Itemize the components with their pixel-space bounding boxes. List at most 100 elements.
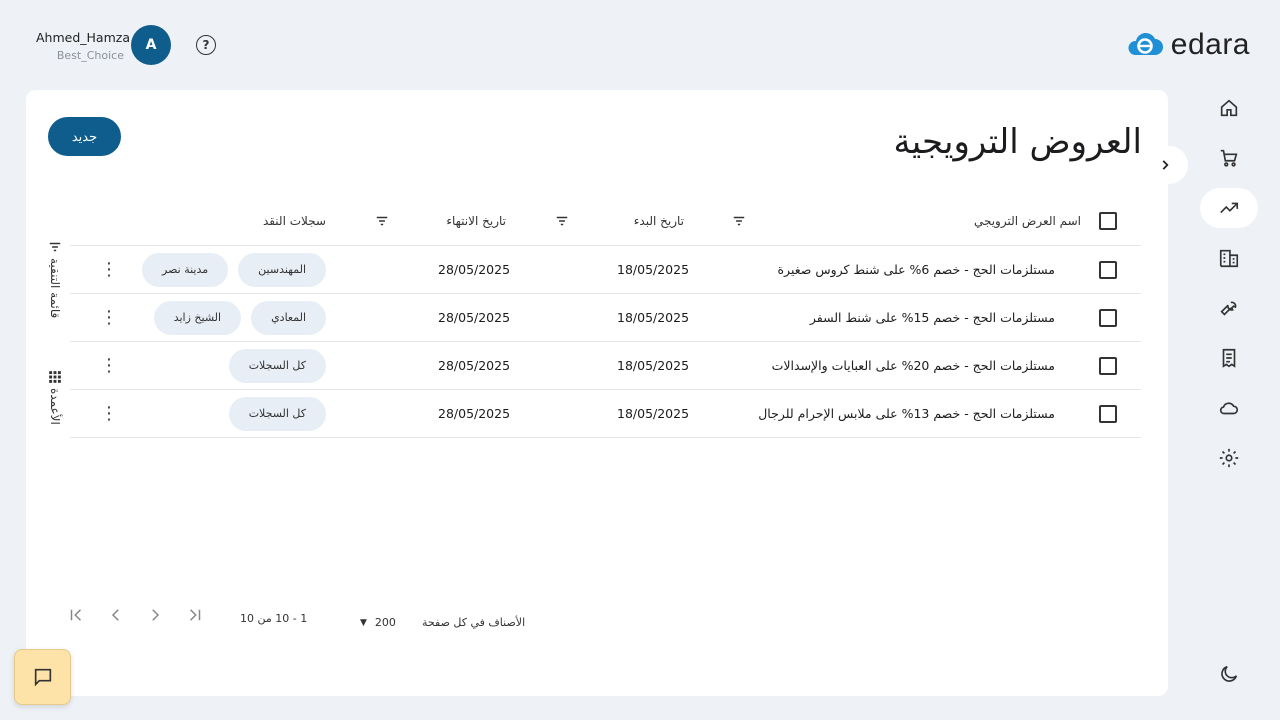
per-page-value: 200 <box>374 616 396 629</box>
start-date: 18/05/2025 <box>617 262 690 277</box>
last-page-icon <box>189 609 201 621</box>
chevron-left-icon <box>111 609 119 621</box>
header-registers[interactable]: سجلات النقد <box>263 196 326 245</box>
nav-cart[interactable] <box>1200 138 1258 178</box>
building-icon <box>1219 249 1239 268</box>
home-icon <box>1220 99 1238 117</box>
theme-toggle[interactable] <box>1200 654 1258 694</box>
columns-panel-label: الأعمدة <box>48 388 62 425</box>
first-page-button[interactable] <box>67 606 85 628</box>
filter-end-button[interactable] <box>375 196 389 245</box>
columns-panel-toggle[interactable]: الأعمدة <box>48 370 62 425</box>
nav-home[interactable] <box>1200 88 1258 128</box>
row-checkbox[interactable] <box>1099 308 1117 327</box>
sidebar <box>1200 88 1258 488</box>
table-row[interactable]: مستلزمات الحج - خصم 20% على العبايات وال… <box>70 342 1141 390</box>
user-info: Ahmed_Hamza Best_Choice <box>36 30 130 62</box>
table-row[interactable]: مستلزمات الحج - خصم 13% على ملابس الإحرا… <box>70 390 1141 438</box>
end-date: 28/05/2025 <box>438 358 511 373</box>
chevron-right-icon <box>152 609 160 621</box>
chevron-right-icon <box>1162 160 1169 170</box>
start-date: 18/05/2025 <box>617 358 690 373</box>
end-date: 28/05/2025 <box>438 262 511 277</box>
page-title: العروض الترويجية <box>893 122 1142 162</box>
header-name[interactable]: اسم العرض الترويجي <box>974 196 1081 245</box>
register-chip[interactable]: المعادي <box>251 300 326 335</box>
avatar[interactable]: A <box>131 25 171 65</box>
page-range: 1 - 10 من 10 <box>240 612 308 625</box>
per-page-select[interactable]: ▼ 200 <box>360 616 396 629</box>
first-page-icon <box>70 609 82 621</box>
nav-cloud[interactable] <box>1200 388 1258 428</box>
register-chips: كل السجلات <box>219 390 326 437</box>
promotion-name: مستلزمات الحج - خصم 15% على شنط السفر <box>809 310 1055 325</box>
register-chip[interactable]: المهندسين <box>238 252 326 287</box>
header-start-date[interactable]: تاريخ البدء <box>634 196 684 245</box>
prev-page-button[interactable] <box>107 606 125 628</box>
edara-cloud-icon <box>1128 32 1163 55</box>
register-chips: المعادي الشيخ زايد <box>144 294 326 341</box>
chat-button[interactable] <box>14 649 71 705</box>
grid-icon <box>49 371 61 383</box>
promotion-name: مستلزمات الحج - خصم 6% على شنط كروس صغير… <box>777 262 1056 277</box>
user-name: Ahmed_Hamza <box>36 30 130 45</box>
register-chip[interactable]: مدينة نصر <box>142 252 229 287</box>
row-menu-button[interactable]: ⋮ <box>100 246 118 293</box>
per-page-label: الأصناف في كل صفحة <box>422 616 526 629</box>
collapse-sidebar-button[interactable] <box>1142 146 1188 184</box>
company-name: Best_Choice <box>56 49 124 62</box>
promotions-table: اسم العرض الترويجي تاريخ البدء تاريخ الا… <box>70 196 1141 438</box>
row-checkbox[interactable] <box>1099 356 1117 375</box>
filter-icon <box>556 216 568 225</box>
last-page-button[interactable] <box>186 606 204 628</box>
new-button[interactable]: جديد <box>48 117 121 156</box>
nav-promotions[interactable] <box>1200 188 1258 228</box>
cloud-icon <box>1219 402 1239 415</box>
select-all-cell <box>1099 196 1117 245</box>
filter-icon <box>376 216 388 225</box>
trending-icon <box>1220 202 1239 214</box>
start-date: 18/05/2025 <box>617 310 690 325</box>
promotion-name: مستلزمات الحج - خصم 13% على ملابس الإحرا… <box>758 406 1055 421</box>
select-all-checkbox[interactable] <box>1099 211 1117 230</box>
header-end-date[interactable]: تاريخ الانتهاء <box>446 196 506 245</box>
row-checkbox[interactable] <box>1099 404 1117 423</box>
end-date: 28/05/2025 <box>438 406 511 421</box>
filter-panel-label: قائمة التنقية <box>48 258 62 319</box>
receipt-icon <box>1222 348 1236 368</box>
nav-branches[interactable] <box>1200 238 1258 278</box>
cart-icon <box>1220 149 1238 167</box>
logo: edara <box>1125 30 1250 60</box>
promotion-name: مستلزمات الحج - خصم 20% على العبايات وال… <box>771 358 1055 373</box>
register-chip[interactable]: الشيخ زايد <box>153 300 242 335</box>
help-icon[interactable]: ? <box>196 35 216 55</box>
table-row[interactable]: مستلزمات الحج - خصم 6% على شنط كروس صغير… <box>70 246 1141 294</box>
register-chip[interactable]: كل السجلات <box>228 396 326 431</box>
logo-text: edara <box>1170 28 1250 61</box>
row-menu-button[interactable]: ⋮ <box>100 390 118 437</box>
nav-settings[interactable] <box>1200 438 1258 478</box>
register-chip[interactable]: كل السجلات <box>228 348 326 383</box>
moon-icon <box>1221 665 1238 682</box>
filter-icon <box>49 242 61 252</box>
filter-icon <box>733 216 745 225</box>
dropdown-arrow-icon: ▼ <box>360 617 367 628</box>
chat-icon <box>34 668 51 687</box>
start-date: 18/05/2025 <box>617 406 690 421</box>
filter-name-button[interactable] <box>732 196 746 245</box>
nav-invoices[interactable] <box>1200 338 1258 378</box>
gear-icon <box>1219 448 1239 468</box>
wrench-icon <box>1220 301 1237 316</box>
table-header: اسم العرض الترويجي تاريخ البدء تاريخ الا… <box>70 196 1141 246</box>
row-checkbox[interactable] <box>1099 260 1117 279</box>
table-row[interactable]: مستلزمات الحج - خصم 15% على شنط السفر 18… <box>70 294 1141 342</box>
register-chips: كل السجلات <box>219 342 326 389</box>
row-menu-button[interactable]: ⋮ <box>100 342 118 389</box>
register-chips: المهندسين مدينة نصر <box>132 246 326 293</box>
filter-start-button[interactable] <box>555 196 569 245</box>
row-menu-button[interactable]: ⋮ <box>100 294 118 341</box>
filter-panel-toggle[interactable]: قائمة التنقية <box>48 240 62 318</box>
next-page-button[interactable] <box>146 606 164 628</box>
end-date: 28/05/2025 <box>438 310 511 325</box>
nav-tools[interactable] <box>1200 288 1258 328</box>
